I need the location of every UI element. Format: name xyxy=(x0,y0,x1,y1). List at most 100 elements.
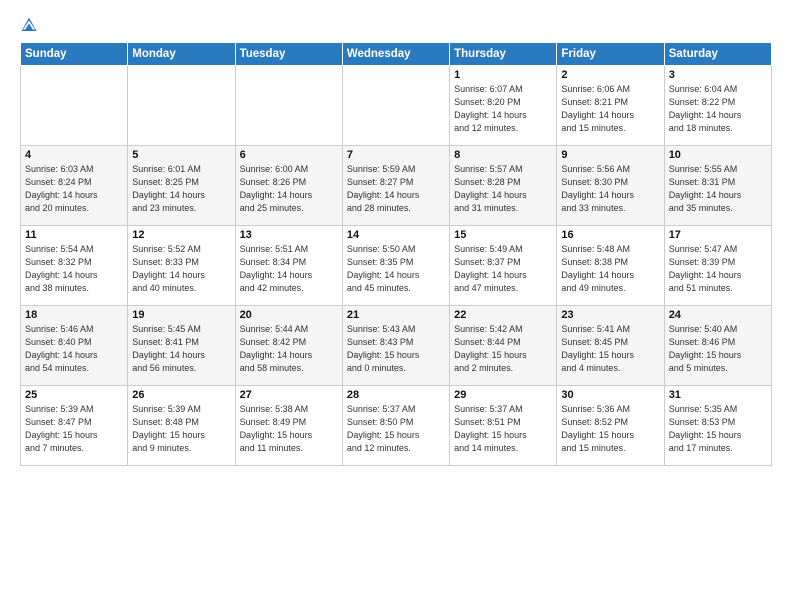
calendar-cell: 20 Sunrise: 5:44 AM Sunset: 8:42 PM Dayli… xyxy=(235,306,342,386)
day-number: 26 xyxy=(132,389,230,401)
page: SundayMondayTuesdayWednesdayThursdayFrid… xyxy=(0,0,792,612)
day-number: 22 xyxy=(454,309,552,321)
calendar-cell: 22 Sunrise: 5:42 AM Sunset: 8:44 PM Dayli… xyxy=(450,306,557,386)
logo-icon xyxy=(20,16,38,34)
calendar-cell: 21Sunrise: 5:43 AM Sunset: 8:43 PM Dayli… xyxy=(342,306,449,386)
day-info: Sunrise: 5:57 AM Sunset: 8:28 PM Dayligh… xyxy=(454,163,552,215)
day-number: 13 xyxy=(240,229,338,241)
day-number: 5 xyxy=(132,149,230,161)
calendar-cell xyxy=(235,66,342,146)
day-number: 10 xyxy=(669,149,767,161)
calendar-week-row: 25 Sunrise: 5:39 AM Sunset: 8:47 PM Dayli… xyxy=(21,386,772,466)
day-number: 25 xyxy=(25,389,123,401)
day-number: 12 xyxy=(132,229,230,241)
day-number: 23 xyxy=(561,309,659,321)
calendar-cell: 24Sunrise: 5:40 AM Sunset: 8:46 PM Dayli… xyxy=(664,306,771,386)
day-number: 31 xyxy=(669,389,767,401)
day-info: Sunrise: 5:39 AM Sunset: 8:47 PM Dayligh… xyxy=(25,403,123,455)
day-info: Sunrise: 5:41 AM Sunset: 8:45 PM Dayligh… xyxy=(561,323,659,375)
day-number: 6 xyxy=(240,149,338,161)
calendar-cell: 27 Sunrise: 5:38 AM Sunset: 8:49 PM Dayli… xyxy=(235,386,342,466)
day-info: Sunrise: 6:01 AM Sunset: 8:25 PM Dayligh… xyxy=(132,163,230,215)
logo xyxy=(20,16,42,34)
day-info: Sunrise: 5:38 AM Sunset: 8:49 PM Dayligh… xyxy=(240,403,338,455)
day-number: 18 xyxy=(25,309,123,321)
day-info: Sunrise: 5:48 AM Sunset: 8:38 PM Dayligh… xyxy=(561,243,659,295)
day-info: Sunrise: 6:07 AM Sunset: 8:20 PM Dayligh… xyxy=(454,83,552,135)
calendar-cell: 30 Sunrise: 5:36 AM Sunset: 8:52 PM Dayli… xyxy=(557,386,664,466)
calendar-cell xyxy=(21,66,128,146)
day-number: 30 xyxy=(561,389,659,401)
day-info: Sunrise: 5:47 AM Sunset: 8:39 PM Dayligh… xyxy=(669,243,767,295)
day-info: Sunrise: 5:44 AM Sunset: 8:42 PM Dayligh… xyxy=(240,323,338,375)
day-number: 1 xyxy=(454,69,552,81)
day-number: 11 xyxy=(25,229,123,241)
day-number: 9 xyxy=(561,149,659,161)
calendar-cell: 25 Sunrise: 5:39 AM Sunset: 8:47 PM Dayli… xyxy=(21,386,128,466)
calendar-cell: 19 Sunrise: 5:45 AM Sunset: 8:41 PM Dayli… xyxy=(128,306,235,386)
day-number: 20 xyxy=(240,309,338,321)
calendar-header-cell: Tuesday xyxy=(235,43,342,66)
day-number: 15 xyxy=(454,229,552,241)
day-number: 17 xyxy=(669,229,767,241)
day-number: 4 xyxy=(25,149,123,161)
calendar-cell: 18 Sunrise: 5:46 AM Sunset: 8:40 PM Dayli… xyxy=(21,306,128,386)
calendar-cell: 8 Sunrise: 5:57 AM Sunset: 8:28 PM Daylig… xyxy=(450,146,557,226)
day-number: 8 xyxy=(454,149,552,161)
day-number: 29 xyxy=(454,389,552,401)
day-info: Sunrise: 5:54 AM Sunset: 8:32 PM Dayligh… xyxy=(25,243,123,295)
calendar-cell: 16 Sunrise: 5:48 AM Sunset: 8:38 PM Dayli… xyxy=(557,226,664,306)
calendar-cell: 4 Sunrise: 6:03 AM Sunset: 8:24 PM Daylig… xyxy=(21,146,128,226)
day-info: Sunrise: 5:39 AM Sunset: 8:48 PM Dayligh… xyxy=(132,403,230,455)
calendar-week-row: 18 Sunrise: 5:46 AM Sunset: 8:40 PM Dayli… xyxy=(21,306,772,386)
day-info: Sunrise: 5:46 AM Sunset: 8:40 PM Dayligh… xyxy=(25,323,123,375)
calendar-cell: 2Sunrise: 6:06 AM Sunset: 8:21 PM Daylig… xyxy=(557,66,664,146)
day-info: Sunrise: 5:43 AM Sunset: 8:43 PM Dayligh… xyxy=(347,323,445,375)
calendar-body: 1 Sunrise: 6:07 AM Sunset: 8:20 PM Daylig… xyxy=(21,66,772,466)
day-number: 3 xyxy=(669,69,767,81)
calendar-cell: 10 Sunrise: 5:55 AM Sunset: 8:31 PM Dayli… xyxy=(664,146,771,226)
calendar-cell: 17 Sunrise: 5:47 AM Sunset: 8:39 PM Dayli… xyxy=(664,226,771,306)
calendar-cell: 15 Sunrise: 5:49 AM Sunset: 8:37 PM Dayli… xyxy=(450,226,557,306)
day-info: Sunrise: 6:04 AM Sunset: 8:22 PM Dayligh… xyxy=(669,83,767,135)
day-info: Sunrise: 5:59 AM Sunset: 8:27 PM Dayligh… xyxy=(347,163,445,215)
day-info: Sunrise: 5:49 AM Sunset: 8:37 PM Dayligh… xyxy=(454,243,552,295)
calendar-table: SundayMondayTuesdayWednesdayThursdayFrid… xyxy=(20,42,772,466)
calendar-cell: 5 Sunrise: 6:01 AM Sunset: 8:25 PM Daylig… xyxy=(128,146,235,226)
calendar-header-cell: Sunday xyxy=(21,43,128,66)
calendar-cell: 1 Sunrise: 6:07 AM Sunset: 8:20 PM Daylig… xyxy=(450,66,557,146)
day-info: Sunrise: 5:52 AM Sunset: 8:33 PM Dayligh… xyxy=(132,243,230,295)
day-info: Sunrise: 5:36 AM Sunset: 8:52 PM Dayligh… xyxy=(561,403,659,455)
day-info: Sunrise: 5:37 AM Sunset: 8:51 PM Dayligh… xyxy=(454,403,552,455)
calendar-cell: 13 Sunrise: 5:51 AM Sunset: 8:34 PM Dayli… xyxy=(235,226,342,306)
day-info: Sunrise: 5:56 AM Sunset: 8:30 PM Dayligh… xyxy=(561,163,659,215)
day-info: Sunrise: 5:50 AM Sunset: 8:35 PM Dayligh… xyxy=(347,243,445,295)
day-number: 7 xyxy=(347,149,445,161)
calendar-cell: 29 Sunrise: 5:37 AM Sunset: 8:51 PM Dayli… xyxy=(450,386,557,466)
day-info: Sunrise: 5:51 AM Sunset: 8:34 PM Dayligh… xyxy=(240,243,338,295)
day-info: Sunrise: 5:55 AM Sunset: 8:31 PM Dayligh… xyxy=(669,163,767,215)
calendar-cell: 3 Sunrise: 6:04 AM Sunset: 8:22 PM Daylig… xyxy=(664,66,771,146)
calendar-header-cell: Thursday xyxy=(450,43,557,66)
day-number: 28 xyxy=(347,389,445,401)
calendar-week-row: 11 Sunrise: 5:54 AM Sunset: 8:32 PM Dayli… xyxy=(21,226,772,306)
day-number: 16 xyxy=(561,229,659,241)
calendar-week-row: 4 Sunrise: 6:03 AM Sunset: 8:24 PM Daylig… xyxy=(21,146,772,226)
day-info: Sunrise: 6:06 AM Sunset: 8:21 PM Dayligh… xyxy=(561,83,659,135)
day-number: 27 xyxy=(240,389,338,401)
calendar-cell: 7 Sunrise: 5:59 AM Sunset: 8:27 PM Daylig… xyxy=(342,146,449,226)
calendar-header-cell: Saturday xyxy=(664,43,771,66)
calendar-cell: 14Sunrise: 5:50 AM Sunset: 8:35 PM Dayli… xyxy=(342,226,449,306)
day-info: Sunrise: 5:35 AM Sunset: 8:53 PM Dayligh… xyxy=(669,403,767,455)
calendar-header-cell: Wednesday xyxy=(342,43,449,66)
calendar-cell: 23 Sunrise: 5:41 AM Sunset: 8:45 PM Dayli… xyxy=(557,306,664,386)
day-number: 19 xyxy=(132,309,230,321)
day-number: 24 xyxy=(669,309,767,321)
day-info: Sunrise: 5:42 AM Sunset: 8:44 PM Dayligh… xyxy=(454,323,552,375)
day-info: Sunrise: 6:03 AM Sunset: 8:24 PM Dayligh… xyxy=(25,163,123,215)
calendar-cell: 9 Sunrise: 5:56 AM Sunset: 8:30 PM Daylig… xyxy=(557,146,664,226)
calendar-cell: 6Sunrise: 6:00 AM Sunset: 8:26 PM Daylig… xyxy=(235,146,342,226)
calendar-cell xyxy=(342,66,449,146)
calendar-cell: 26 Sunrise: 5:39 AM Sunset: 8:48 PM Dayli… xyxy=(128,386,235,466)
day-info: Sunrise: 5:45 AM Sunset: 8:41 PM Dayligh… xyxy=(132,323,230,375)
